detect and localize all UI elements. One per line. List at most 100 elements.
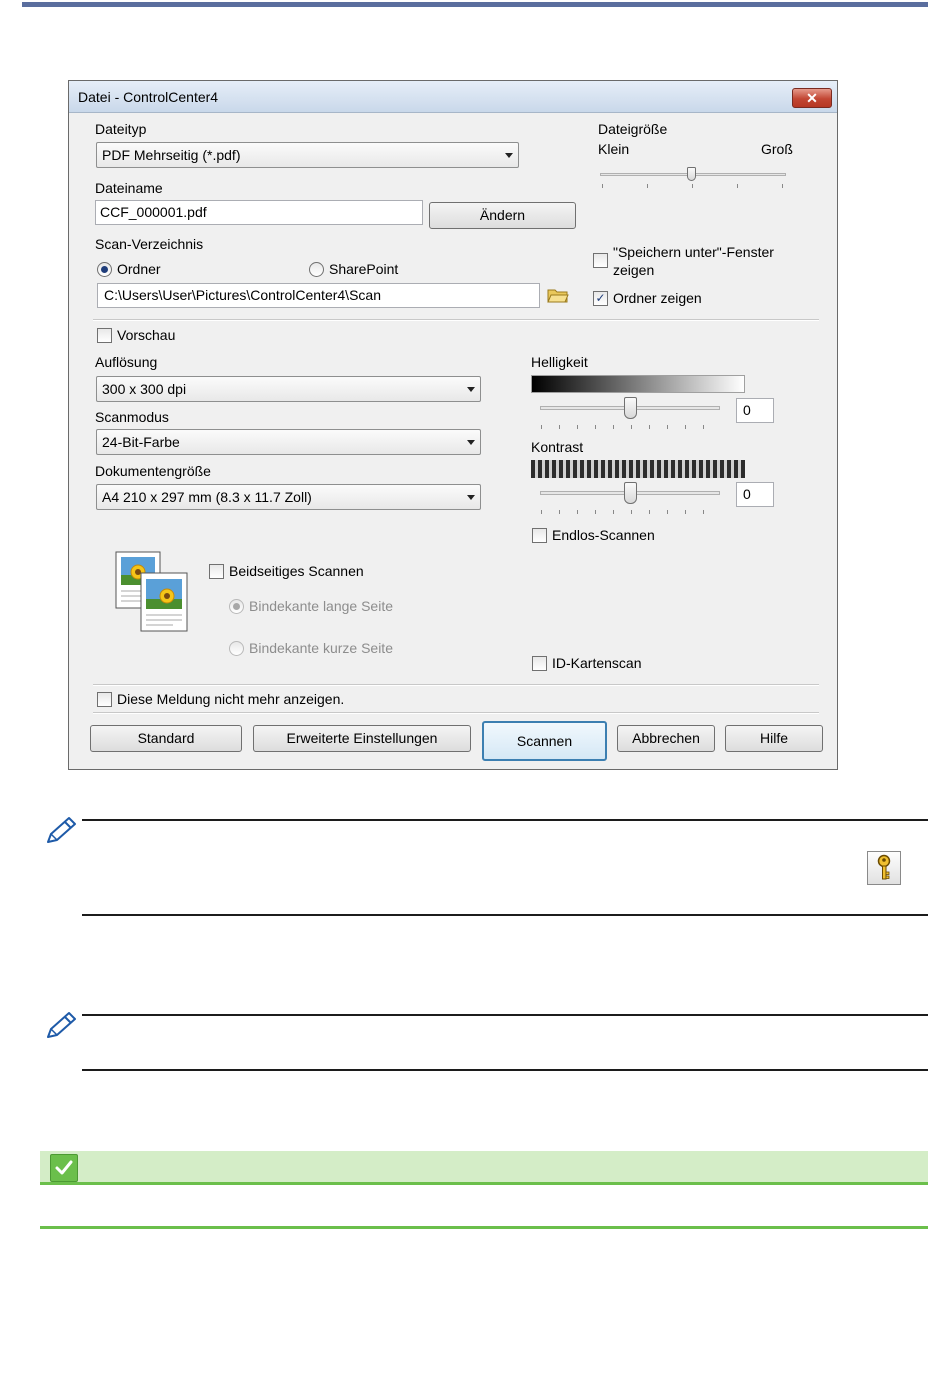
brightness-label: Helligkeit — [531, 354, 588, 370]
slider-tick — [613, 510, 614, 514]
slider-tick — [595, 510, 596, 514]
close-button[interactable]: ✕ — [792, 88, 832, 108]
file-size-max-label: Groß — [761, 141, 793, 157]
standard-button[interactable]: Standard — [90, 725, 242, 752]
chevron-down-icon — [505, 153, 513, 158]
slider-tick — [649, 425, 650, 429]
resolution-select[interactable]: 300 x 300 dpi — [96, 376, 481, 402]
slider-tick — [559, 510, 560, 514]
radio-sharepoint[interactable] — [309, 262, 324, 277]
file-size-min-label: Klein — [598, 141, 630, 157]
file-size-label: Dateigröße — [598, 121, 668, 137]
show-folder-checkbox[interactable]: ✓ — [593, 291, 608, 306]
help-button[interactable]: Hilfe — [725, 725, 823, 752]
chevron-down-icon — [467, 387, 475, 392]
slider-tick — [559, 425, 560, 429]
radio-folder-label: Ordner — [117, 261, 161, 277]
cancel-button[interactable]: Abbrechen — [617, 725, 715, 752]
radio-sharepoint-label: SharePoint — [329, 261, 399, 277]
slider-tick — [577, 425, 578, 429]
scan-mode-select[interactable]: 24-Bit-Farbe — [96, 429, 481, 455]
slider-tick — [703, 425, 704, 429]
pencil-icon — [47, 1012, 76, 1038]
radio-long-edge[interactable] — [229, 599, 244, 614]
advanced-settings-button[interactable]: Erweiterte Einstellungen — [253, 725, 471, 752]
file-name-field[interactable]: CCF_000001.pdf — [95, 200, 423, 225]
related-info-divider — [40, 1226, 928, 1229]
radio-short-edge[interactable] — [229, 641, 244, 656]
scan-path-value: C:\Users\User\Pictures\ControlCenter4\Sc… — [104, 287, 381, 303]
slider-tick — [631, 425, 632, 429]
dialog-titlebar[interactable]: Datei - ControlCenter4 ✕ — [69, 81, 837, 113]
brightness-value-field[interactable]: 0 — [736, 398, 774, 423]
radio-selected-dot — [233, 603, 240, 610]
duplex-checkbox[interactable] — [209, 564, 224, 579]
contrast-value-field[interactable]: 0 — [736, 482, 774, 507]
note-box — [82, 819, 928, 916]
id-card-scan-checkbox[interactable] — [532, 656, 547, 671]
file-size-slider-thumb[interactable] — [687, 167, 696, 181]
save-as-window-label: "Speichern unter"-Fenster — [613, 244, 774, 260]
scan-button[interactable]: Scannen — [482, 721, 607, 761]
file-type-label: Dateityp — [95, 121, 147, 137]
key-icon-glyph — [877, 854, 891, 880]
slider-tick — [649, 510, 650, 514]
doc-size-value: A4 210 x 297 mm (8.3 x 11.7 Zoll) — [102, 489, 312, 505]
slider-tick — [647, 184, 648, 188]
note-box — [82, 1014, 928, 1071]
brightness-value: 0 — [743, 402, 751, 418]
slider-tick — [737, 184, 738, 188]
slider-tick — [685, 510, 686, 514]
page-top-bar — [22, 2, 928, 7]
slider-tick — [595, 425, 596, 429]
file-type-select[interactable]: PDF Mehrseitig (*.pdf) — [96, 142, 519, 168]
save-as-window-checkbox[interactable] — [593, 253, 608, 268]
separator — [93, 712, 819, 714]
slider-tick — [541, 510, 542, 514]
dont-show-checkbox[interactable] — [97, 692, 112, 707]
slider-tick — [631, 510, 632, 514]
slider-tick — [685, 425, 686, 429]
related-info-bar — [40, 1151, 928, 1185]
radio-short-edge-label: Bindekante kurze Seite — [249, 640, 393, 656]
slider-tick — [667, 425, 668, 429]
brightness-slider-thumb[interactable] — [624, 397, 637, 419]
file-name-value: CCF_000001.pdf — [100, 204, 207, 220]
slider-tick — [602, 184, 603, 188]
preview-label: Vorschau — [117, 327, 176, 343]
key-icon — [867, 851, 901, 885]
contrast-pattern — [531, 460, 745, 478]
file-name-label: Dateiname — [95, 180, 163, 196]
slider-tick — [541, 425, 542, 429]
scan-path-field[interactable]: C:\Users\User\Pictures\ControlCenter4\Sc… — [97, 283, 540, 308]
contrast-label: Kontrast — [531, 439, 584, 455]
contrast-slider-thumb[interactable] — [624, 482, 637, 504]
show-folder-label: Ordner zeigen — [613, 290, 702, 306]
dialog-title: Datei - ControlCenter4 — [78, 89, 219, 105]
chevron-down-icon — [467, 495, 475, 500]
brightness-gradient — [531, 375, 745, 393]
continuous-scan-checkbox[interactable] — [532, 528, 547, 543]
radio-selected-dot — [101, 266, 108, 273]
radio-folder[interactable] — [97, 262, 112, 277]
scan-directory-label: Scan-Verzeichnis — [95, 236, 204, 252]
checkmark-glyph — [55, 1160, 73, 1175]
slider-tick — [692, 184, 693, 188]
contrast-value: 0 — [743, 486, 751, 502]
resolution-label: Auflösung — [95, 354, 158, 370]
checkmark-icon — [50, 1154, 78, 1182]
slider-tick — [613, 425, 614, 429]
separator — [93, 684, 819, 686]
folder-icon[interactable] — [547, 286, 569, 304]
preview-checkbox[interactable] — [97, 328, 112, 343]
doc-size-label: Dokumentengröße — [95, 463, 211, 479]
radio-long-edge-label: Bindekante lange Seite — [249, 598, 393, 614]
file-type-value: PDF Mehrseitig (*.pdf) — [102, 147, 241, 163]
save-as-window-label-line2: zeigen — [613, 262, 655, 278]
change-button[interactable]: Ändern — [429, 202, 576, 229]
scan-dialog: Datei - ControlCenter4 ✕ Dateityp PDF Me… — [68, 80, 838, 770]
doc-size-select[interactable]: A4 210 x 297 mm (8.3 x 11.7 Zoll) — [96, 484, 481, 510]
dont-show-label: Diese Meldung nicht mehr anzeigen. — [117, 691, 345, 707]
id-card-scan-label: ID-Kartenscan — [552, 655, 642, 671]
duplex-label: Beidseitiges Scannen — [229, 563, 364, 579]
